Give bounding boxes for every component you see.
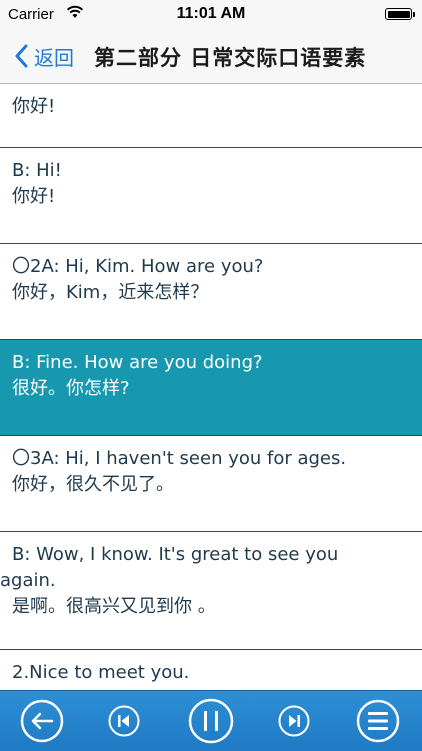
playback-toolbar [0, 690, 422, 751]
line-chinese: 很好。你怎样? [12, 378, 130, 399]
list-item[interactable]: 2.Nice to meet you. [0, 650, 422, 690]
next-track-icon [278, 705, 310, 737]
line-english-wrap: again. [0, 570, 56, 591]
next-button[interactable] [278, 705, 310, 737]
menu-button[interactable] [356, 699, 400, 743]
back-label: 返回 [34, 45, 74, 70]
page-title: 第二部分 日常交际口语要素 [94, 46, 367, 70]
back-circle-icon [20, 699, 64, 743]
line-english: B: Hi! [12, 160, 62, 181]
list-item[interactable]: B: Hi! 你好! [0, 148, 422, 244]
pause-icon [188, 698, 234, 744]
line-english: 〇3A: Hi, I haven't seen you for ages. [12, 448, 347, 469]
status-time: 11:01 AM [176, 5, 246, 22]
navigation-bar: 返回 第二部分 日常交际口语要素 [0, 30, 422, 84]
status-bar: Carrier 11:01 AM [0, 0, 422, 30]
line-english: B: Wow, I know. It's great to see you [12, 544, 339, 565]
list-item-selected[interactable]: B: Fine. How are you doing? 很好。你怎样? [0, 340, 422, 436]
previous-track-icon [108, 705, 140, 737]
back-circle-button[interactable] [20, 699, 64, 743]
pause-button[interactable] [188, 698, 234, 744]
list-item[interactable]: 〇2A: Hi, Kim. How are you? 你好，Kim，近来怎样？ [0, 244, 422, 340]
line-chinese: 你好，很久不见了。 [12, 474, 174, 495]
line-english: 〇2A: Hi, Kim. How are you? [12, 256, 264, 277]
previous-button[interactable] [108, 705, 140, 737]
list-item[interactable]: B: Wow, I know. It's great to see you ag… [0, 532, 422, 650]
line-chinese: 你好! [12, 96, 56, 117]
back-button[interactable]: 返回 [14, 40, 74, 72]
battery-icon [385, 8, 415, 20]
line-chinese: 是啊。很高兴又见到你 。 [12, 596, 216, 617]
dialogue-list[interactable]: 你好! B: Hi! 你好! 〇2A: Hi, Kim. How are you… [0, 84, 422, 690]
line-english: 2.Nice to meet you. [12, 662, 190, 683]
line-chinese: 你好! [12, 186, 56, 207]
chevron-left-icon [15, 44, 28, 68]
list-item[interactable]: 〇3A: Hi, I haven't seen you for ages. 你好… [0, 436, 422, 532]
line-chinese: 你好，Kim，近来怎样？ [12, 282, 209, 303]
menu-list-icon [356, 699, 400, 743]
list-item[interactable]: 你好! [0, 84, 422, 148]
line-english: B: Fine. How are you doing? [12, 352, 263, 373]
